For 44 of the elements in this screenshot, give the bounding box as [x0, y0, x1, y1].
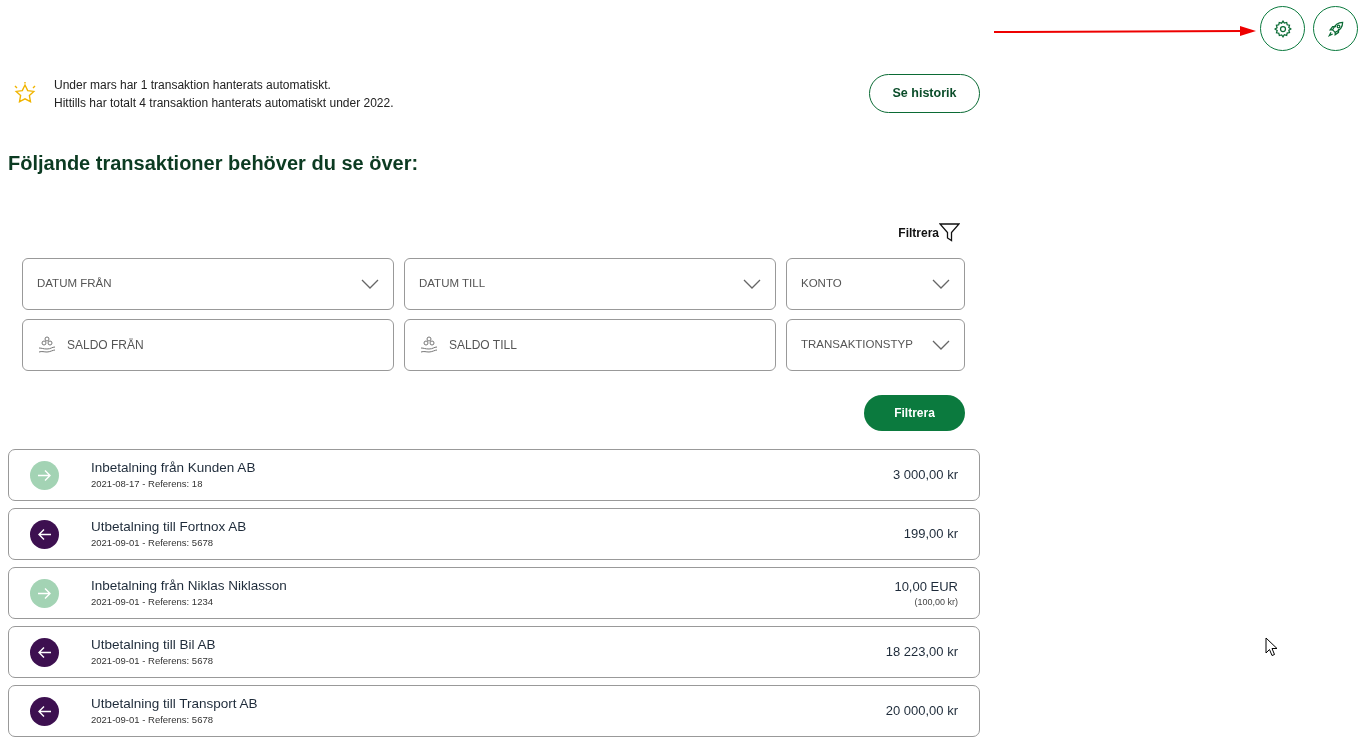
- coins-hand-icon: [419, 335, 439, 355]
- mouse-cursor-icon: [1265, 637, 1278, 657]
- transaction-row[interactable]: Utbetalning till Transport AB 2021-09-01 - Referens: 5678 20 000,00 kr: [8, 685, 980, 737]
- transaction-row[interactable]: Inbetalning från Niklas Niklasson 2021-09-01 - Referens: 1234 10,00 EUR (100,00 kr): [8, 567, 980, 619]
- transaction-details: 2021-09-01 - Referens: 5678: [91, 536, 214, 550]
- chevron-down-icon: [743, 279, 761, 289]
- rocket-button[interactable]: [1313, 6, 1358, 51]
- transaction-row[interactable]: Utbetalning till Fortnox AB 2021-09-01 - Referens: 5678 199,00 kr: [8, 508, 980, 560]
- transaction-title: Utbetalning till Transport AB: [91, 695, 259, 713]
- chevron-down-icon: [932, 340, 950, 350]
- transaction-details: 2021-08-17 - Referens: 18: [91, 477, 204, 491]
- amount-field[interactable]: SALDO TILL: [404, 319, 776, 371]
- transaction-row[interactable]: Utbetalning till Bil AB 2021-09-01 - Referens: 5678 18 223,00 kr: [8, 626, 980, 678]
- chevron-down-icon: [932, 279, 950, 289]
- transaction-title: Utbetalning till Bil AB: [91, 636, 217, 654]
- transaction-details: 2021-09-01 - Referens: 5678: [91, 654, 214, 668]
- history-button[interactable]: Se historik: [869, 74, 980, 113]
- transaction-amount: 10,00 EUR: [894, 577, 958, 596]
- transaction-title: Inbetalning från Kunden AB: [91, 459, 257, 477]
- dropdown-field[interactable]: TRANSAKTIONSTYP: [786, 319, 965, 371]
- filter-toggle-button[interactable]: Filtrera: [898, 223, 960, 242]
- transaction-title: Utbetalning till Fortnox AB: [91, 518, 248, 536]
- transaction-details: 2021-09-01 - Referens: 5678: [91, 713, 214, 727]
- transaction-amount: 18 223,00 kr: [885, 643, 958, 662]
- transaction-amount: 20 000,00 kr: [885, 702, 958, 721]
- coins-hand-icon: [37, 335, 57, 355]
- page-heading: Följande transaktioner behöver du se över:: [8, 151, 420, 175]
- transaction-row[interactable]: Inbetalning från Kunden AB 2021-08-17 - Referens: 18 3 000,00 kr: [8, 449, 980, 501]
- settings-button[interactable]: [1260, 6, 1305, 51]
- dropdown-field[interactable]: DATUM TILL: [404, 258, 776, 310]
- filter-icon: [939, 223, 960, 242]
- summary-text: Hittills har totalt 4 transaktion hanterats automatiskt under 2022.: [54, 94, 395, 112]
- settings-icon: [1272, 18, 1293, 39]
- transaction-title: Inbetalning från Niklas Niklasson: [91, 577, 288, 595]
- summary-text: Under mars har 1 transaktion hanterats automatiskt.: [54, 76, 332, 94]
- amount-field[interactable]: SALDO FRÅN: [22, 319, 394, 371]
- transaction-details: 2021-09-01 - Referens: 1234: [91, 595, 214, 609]
- converted-amount: (100,00 kr): [913, 596, 958, 609]
- chevron-down-icon: [361, 279, 379, 289]
- transaction-amount: 3 000,00 kr: [892, 466, 958, 485]
- filter-button[interactable]: Filtrera: [864, 395, 965, 431]
- transaction-amount: 199,00 kr: [903, 525, 958, 544]
- dropdown-field[interactable]: KONTO: [786, 258, 965, 310]
- dropdown-field[interactable]: DATUM FRÅN: [22, 258, 394, 310]
